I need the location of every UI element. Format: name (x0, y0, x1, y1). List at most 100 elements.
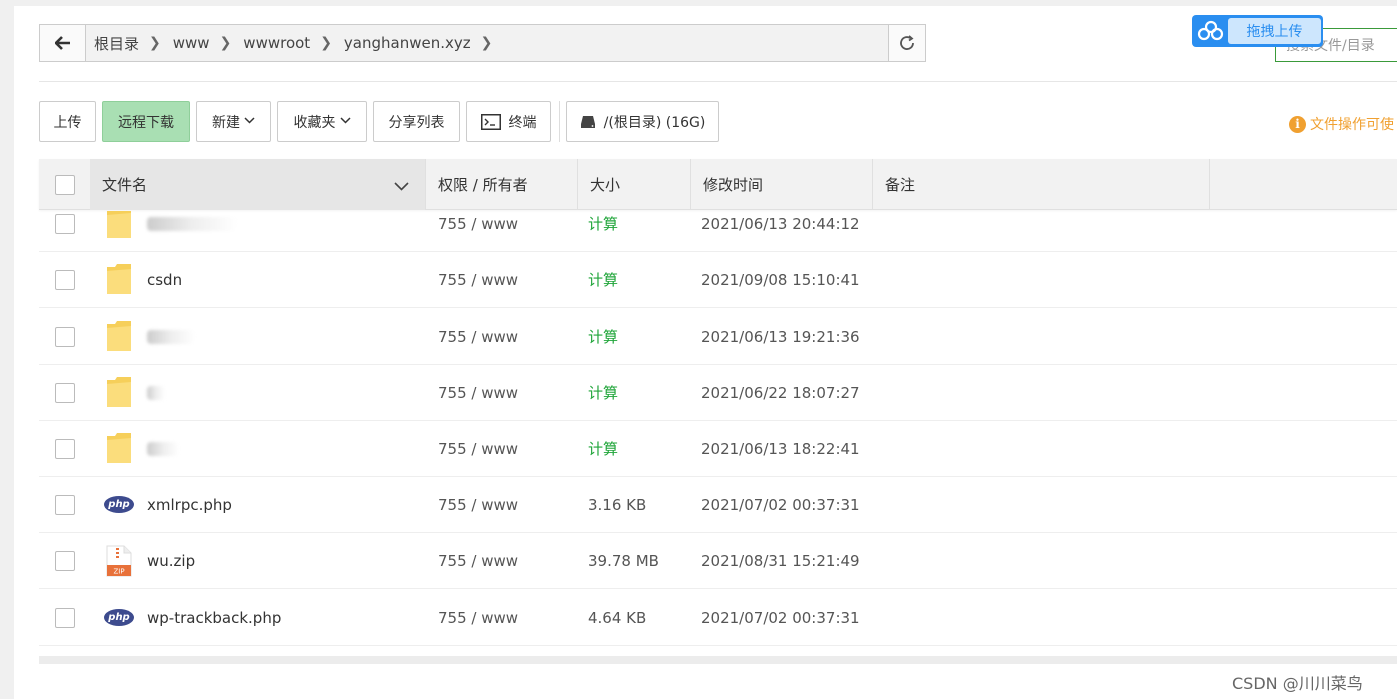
file-perm[interactable]: 755 / www (438, 252, 518, 307)
column-header-name[interactable]: 文件名 (90, 159, 426, 210)
file-name[interactable]: xmlrpc.php (147, 477, 232, 532)
column-header-size[interactable]: 大小 (578, 159, 691, 210)
breadcrumb-item[interactable]: yanghanwen.xyz (344, 34, 471, 52)
breadcrumb: 根目录 ❯ www ❯ wwwroot ❯ yanghanwen.xyz ❯ (86, 33, 888, 54)
row-checkbox[interactable] (55, 213, 75, 234)
zip-file-icon: ZIP (106, 545, 132, 577)
divider (559, 101, 560, 142)
file-operation-notice[interactable]: i 文件操作可使 (1289, 114, 1394, 134)
row-checkbox[interactable] (55, 494, 75, 515)
row-checkbox[interactable] (55, 382, 75, 403)
column-header-mtime[interactable]: 修改时间 (691, 159, 873, 210)
file-mtime: 2021/09/08 15:10:41 (701, 270, 860, 289)
chevron-down-icon (339, 116, 351, 127)
table-row[interactable]: 755 / www 计算 2021/06/22 18:07:27 (39, 365, 1397, 421)
folder-icon (106, 211, 132, 241)
table-row[interactable]: ZIP wu.zip 755 / www 39.78 MB 2021/08/31… (39, 533, 1397, 589)
file-name[interactable] (147, 211, 237, 251)
drag-upload-label: 拖拽上传 (1228, 18, 1321, 44)
breadcrumb-item[interactable]: wwwroot (243, 34, 310, 52)
breadcrumb-item[interactable]: www (173, 34, 210, 52)
file-mtime: 2021/07/02 00:37:31 (701, 495, 860, 514)
file-table-header: 文件名 权限 / 所有者 大小 修改时间 备注 (39, 159, 1397, 210)
file-size: 3.16 KB (588, 495, 647, 514)
file-mtime: 2021/07/02 00:37:31 (701, 608, 860, 627)
file-name[interactable] (147, 421, 179, 476)
blurred-name (147, 329, 195, 344)
row-checkbox[interactable] (55, 438, 75, 459)
file-size: 4.64 KB (588, 608, 647, 627)
file-perm[interactable]: 755 / www (438, 211, 518, 251)
row-checkbox[interactable] (55, 607, 75, 628)
disk-button[interactable]: /(根目录) (16G) (566, 101, 719, 142)
table-row[interactable]: 755 / www 计算 2021/06/13 18:22:41 (39, 421, 1397, 477)
chevron-right-icon: ❯ (480, 35, 493, 51)
blurred-name (147, 216, 237, 231)
watermark: CSDN @川川菜鸟 (1232, 674, 1363, 693)
svg-text:ZIP: ZIP (113, 567, 124, 575)
table-row[interactable]: 755 / www 计算 2021/06/13 20:44:12 (39, 211, 1397, 252)
chevron-right-icon: ❯ (149, 35, 161, 51)
file-mtime: 2021/06/13 20:44:12 (701, 214, 860, 233)
chevron-right-icon: ❯ (219, 35, 232, 51)
favorites-dropdown-button[interactable]: 收藏夹 (277, 101, 367, 142)
row-checkbox[interactable] (55, 550, 75, 571)
terminal-icon (480, 113, 501, 130)
terminal-button[interactable]: 终端 (466, 101, 551, 142)
file-mtime: 2021/06/13 19:21:36 (701, 327, 860, 346)
php-file-icon: php (104, 496, 134, 513)
file-mtime: 2021/08/31 15:21:49 (701, 551, 860, 570)
select-all-checkbox[interactable] (55, 174, 75, 195)
folder-icon (106, 320, 132, 354)
file-perm[interactable]: 755 / www (438, 477, 518, 532)
breadcrumb-item[interactable]: 根目录 (94, 33, 139, 54)
column-header-remark[interactable]: 备注 (873, 159, 1210, 210)
row-checkbox[interactable] (55, 269, 75, 290)
cloud-icon (1194, 17, 1228, 45)
row-checkbox[interactable] (55, 326, 75, 347)
table-row[interactable]: csdn 755 / www 计算 2021/09/08 15:10:41 (39, 252, 1397, 308)
column-header-perm[interactable]: 权限 / 所有者 (426, 159, 578, 210)
table-row[interactable]: php xmlrpc.php 755 / www 3.16 KB 2021/07… (39, 477, 1397, 533)
divider (39, 81, 1397, 82)
chevron-right-icon: ❯ (320, 35, 332, 51)
file-name[interactable] (147, 365, 165, 420)
calc-size-link[interactable]: 计算 (588, 309, 618, 364)
table-row[interactable]: php wp-trackback.php 755 / www 4.64 KB 2… (39, 590, 1397, 646)
path-bar: 根目录 ❯ www ❯ wwwroot ❯ yanghanwen.xyz ❯ (39, 24, 926, 62)
refresh-button[interactable] (888, 25, 925, 61)
file-perm[interactable]: 755 / www (438, 590, 518, 645)
upload-button[interactable]: 上传 (39, 101, 96, 142)
file-mtime: 2021/06/22 18:07:27 (701, 383, 860, 402)
back-button[interactable] (40, 25, 86, 61)
calc-size-link[interactable]: 计算 (588, 365, 618, 420)
file-perm[interactable]: 755 / www (438, 533, 518, 588)
horizontal-scrollbar[interactable] (39, 656, 1397, 664)
calc-size-link[interactable]: 计算 (588, 211, 618, 251)
select-all-cell (39, 159, 90, 210)
chevron-down-icon (244, 116, 255, 127)
info-icon: i (1289, 115, 1306, 133)
calc-size-link[interactable]: 计算 (588, 421, 618, 476)
file-name[interactable] (147, 309, 195, 364)
chevron-down-icon (394, 177, 409, 195)
file-name[interactable]: wp-trackback.php (147, 590, 281, 645)
php-file-icon: php (104, 609, 134, 626)
refresh-icon (900, 35, 914, 50)
remote-download-button[interactable]: 远程下载 (102, 101, 190, 142)
file-mtime: 2021/06/13 18:22:41 (701, 439, 860, 458)
file-perm[interactable]: 755 / www (438, 365, 518, 420)
table-row[interactable]: 755 / www 计算 2021/06/13 19:21:36 (39, 309, 1397, 365)
file-perm[interactable]: 755 / www (438, 421, 518, 476)
file-name[interactable]: csdn (147, 252, 182, 307)
calc-size-link[interactable]: 计算 (588, 252, 618, 307)
arrow-left-icon (54, 36, 70, 50)
file-name[interactable]: wu.zip (147, 533, 195, 588)
new-dropdown-button[interactable]: 新建 (196, 101, 271, 142)
folder-icon (106, 432, 132, 466)
file-perm[interactable]: 755 / www (438, 309, 518, 364)
folder-icon (106, 376, 132, 410)
drag-upload-widget[interactable]: 拖拽上传 (1192, 15, 1323, 47)
share-list-button[interactable]: 分享列表 (373, 101, 460, 142)
blurred-name (147, 441, 179, 456)
